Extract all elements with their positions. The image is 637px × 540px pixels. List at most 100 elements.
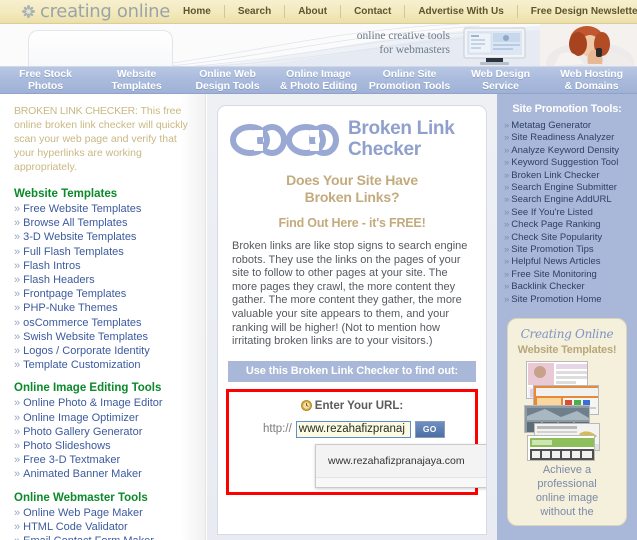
website-templates-ad[interactable]: Creating Online Website Templates! Achie…: [507, 318, 627, 527]
right-sidebar-link-keyword-suggestion-tool[interactable]: » Keyword Suggestion Tool: [497, 157, 637, 169]
left-sidebar-link[interactable]: » Full Flash Templates: [14, 245, 197, 259]
link-label: Animated Banner Maker: [23, 468, 142, 481]
right-sidebar-link-metatag-generator[interactable]: » Metatag Generator: [497, 120, 637, 132]
left-sidebar-link[interactable]: » Logos / Corporate Identity: [14, 344, 197, 358]
left-sidebar-link[interactable]: » Photo Slideshows: [14, 439, 197, 453]
mainnav-label-line2: Templates: [111, 80, 162, 92]
mainnav-item-online-site-promotion-tools[interactable]: Online Site Promotion Tools: [364, 68, 455, 93]
main-content-column: Broken Link Checker Does Your Site Have …: [207, 94, 497, 540]
left-sidebar-link[interactable]: » Swish Website Templates: [14, 330, 197, 344]
link-label: Swish Website Templates: [23, 330, 149, 343]
left-sidebar-link[interactable]: » Online Image Optimizer: [14, 411, 197, 425]
mainnav-item-web-design-service[interactable]: Web Design Service: [455, 68, 546, 93]
mainnav-label-line1: Online Web: [199, 67, 256, 80]
ad-brand-name: Creating Online: [520, 327, 614, 342]
panel-description: Broken links are like stop signs to sear…: [232, 240, 468, 348]
left-sidebar-link[interactable]: » Animated Banner Maker: [14, 467, 197, 481]
link-label: Browse All Templates: [23, 217, 128, 230]
link-label: Flash Headers: [23, 274, 95, 287]
chevron-right-icon: »: [14, 520, 21, 533]
topnav-item-search[interactable]: Search: [225, 6, 284, 17]
link-label: PHP-Nuke Themes: [23, 302, 118, 315]
link-label: Backlink Checker: [511, 281, 585, 293]
page-root: creating online Home Search About Contac…: [0, 0, 637, 540]
right-sidebar-link-check-site-popularity[interactable]: » Check Site Popularity: [497, 232, 637, 244]
left-sidebar-link[interactable]: » 3-D Website Templates: [14, 230, 197, 244]
right-sidebar-link-site-readiness-analyzer[interactable]: » Site Readiness Analyzer: [497, 132, 637, 144]
hero-banner: online creative tools for webmasters: [0, 24, 637, 66]
url-input-row: http:// GO: [263, 420, 475, 438]
right-sidebar-link-see-if-youre-listed[interactable]: » See If You're Listed: [497, 207, 637, 219]
link-label: Check Site Popularity: [511, 231, 603, 243]
left-sidebar-link[interactable]: » Template Customization: [14, 358, 197, 372]
mainnav-label-line1: Free Stock: [19, 67, 72, 80]
right-sidebar-link-check-page-ranking[interactable]: » Check Page Ranking: [497, 219, 637, 231]
link-label: Site Readiness Analyzer: [511, 132, 615, 144]
site-logo[interactable]: creating online: [0, 2, 170, 21]
link-label: Site Promotion Tips: [511, 244, 594, 256]
mainnav-item-web-hosting-domains[interactable]: Web Hosting & Domains: [546, 68, 637, 93]
mainnav-item-website-templates[interactable]: Website Templates: [91, 68, 182, 93]
link-label: Flash Intros: [23, 259, 81, 272]
go-button[interactable]: GO: [414, 420, 445, 438]
left-sidebar-link[interactable]: » Frontpage Templates: [14, 287, 197, 301]
left-sidebar-link[interactable]: » Photo Gallery Generator: [14, 425, 197, 439]
right-sidebar-link-search-engine-addurl[interactable]: » Search Engine AddURL: [497, 194, 637, 206]
left-sidebar-link[interactable]: » Free 3-D Textmaker: [14, 453, 197, 467]
topnav-item-advertise[interactable]: Advertise With Us: [405, 6, 516, 17]
chevron-right-icon: »: [14, 359, 21, 372]
right-sidebar: Site Promotion Tools: » Metatag Generator…: [497, 94, 637, 540]
left-sidebar-intro-lead: BROKEN LINK CHECKER:: [14, 105, 138, 117]
link-label: Frontpage Templates: [23, 288, 127, 301]
left-sidebar-link[interactable]: » osCommerce Templates: [14, 316, 197, 330]
topnav-item-about[interactable]: About: [285, 6, 340, 17]
chevron-right-icon: »: [14, 231, 21, 244]
chevron-right-icon: »: [14, 535, 20, 540]
mainnav-item-free-stock-photos[interactable]: Free Stock Photos: [0, 68, 91, 93]
left-sidebar-heading-website-templates: Website Templates: [14, 188, 118, 200]
right-sidebar-link-broken-link-checker[interactable]: » Broken Link Checker: [497, 170, 637, 182]
chevron-right-icon: »: [14, 288, 21, 301]
mainnav-label-line1: Website: [116, 67, 157, 80]
left-sidebar-link[interactable]: » Flash Intros: [14, 259, 197, 273]
chevron-right-icon: »: [504, 281, 510, 293]
right-sidebar-link-backlink-checker[interactable]: » Backlink Checker: [497, 281, 637, 293]
chevron-right-icon: »: [504, 219, 510, 231]
topnav-item-contact[interactable]: Contact: [341, 6, 404, 17]
mainnav-label-line2: & Domains: [564, 80, 619, 92]
left-sidebar-link[interactable]: » Free Website Templates: [14, 202, 197, 216]
left-sidebar-link[interactable]: » HTML Code Validator: [14, 520, 197, 534]
mainnav-label-line1: Web Hosting: [560, 67, 623, 80]
panel-subtitle-line1: Does Your Site Have: [286, 172, 418, 188]
chevron-right-icon: »: [504, 256, 510, 268]
mainnav-label-line2: & Photo Editing: [279, 80, 358, 92]
right-sidebar-link-search-engine-submitter[interactable]: » Search Engine Submitter: [497, 182, 637, 194]
mainnav-item-online-image-photo-editing[interactable]: Online Image & Photo Editing: [273, 68, 364, 93]
link-label: Online Photo & Image Editor: [23, 397, 163, 410]
hero-tagline-line1: online creative tools: [356, 30, 450, 42]
autocomplete-suggestion[interactable]: www.rezahafizpranajaya.com: [316, 444, 486, 478]
ad-footer-line3: online image: [535, 492, 599, 505]
url-input[interactable]: [295, 420, 411, 438]
right-sidebar-link-helpful-news-articles[interactable]: » Helpful News Articles: [497, 256, 637, 268]
link-label: Analyze Keyword Density: [511, 144, 620, 156]
link-label: Free Website Templates: [23, 203, 142, 215]
right-sidebar-link-free-site-monitoring[interactable]: » Free Site Monitoring: [497, 269, 637, 281]
left-sidebar-link[interactable]: » PHP-Nuke Themes: [14, 301, 197, 315]
hero-photo-woman: [540, 24, 637, 66]
right-sidebar-link-site-promotion-home[interactable]: » Site Promotion Home: [497, 294, 637, 306]
left-sidebar-link[interactable]: »Email Contact Form Maker: [14, 534, 197, 540]
top-navigation: Home Search About Contact Advertise With…: [170, 5, 637, 18]
url-form-box: Enter Your URL: http:// GO www.rezahafiz…: [226, 388, 486, 495]
left-sidebar-link[interactable]: » Flash Headers: [14, 273, 197, 287]
mainnav-item-online-web-design-tools[interactable]: Online Web Design Tools: [182, 68, 273, 93]
left-sidebar-link[interactable]: » Online Web Page Maker: [14, 506, 197, 520]
topnav-item-newsletter[interactable]: Free Design Newsletter: [518, 6, 637, 17]
chevron-right-icon: »: [14, 397, 21, 410]
right-sidebar-link-site-promotion-tips[interactable]: » Site Promotion Tips: [497, 244, 637, 256]
panel-title-line2: Checker: [348, 139, 421, 160]
topnav-item-home[interactable]: Home: [170, 6, 224, 17]
right-sidebar-link-analyze-keyword-density[interactable]: » Analyze Keyword Density: [497, 145, 637, 157]
left-sidebar-link[interactable]: » Online Photo & Image Editor: [14, 396, 197, 410]
left-sidebar-link[interactable]: » Browse All Templates: [14, 216, 197, 230]
